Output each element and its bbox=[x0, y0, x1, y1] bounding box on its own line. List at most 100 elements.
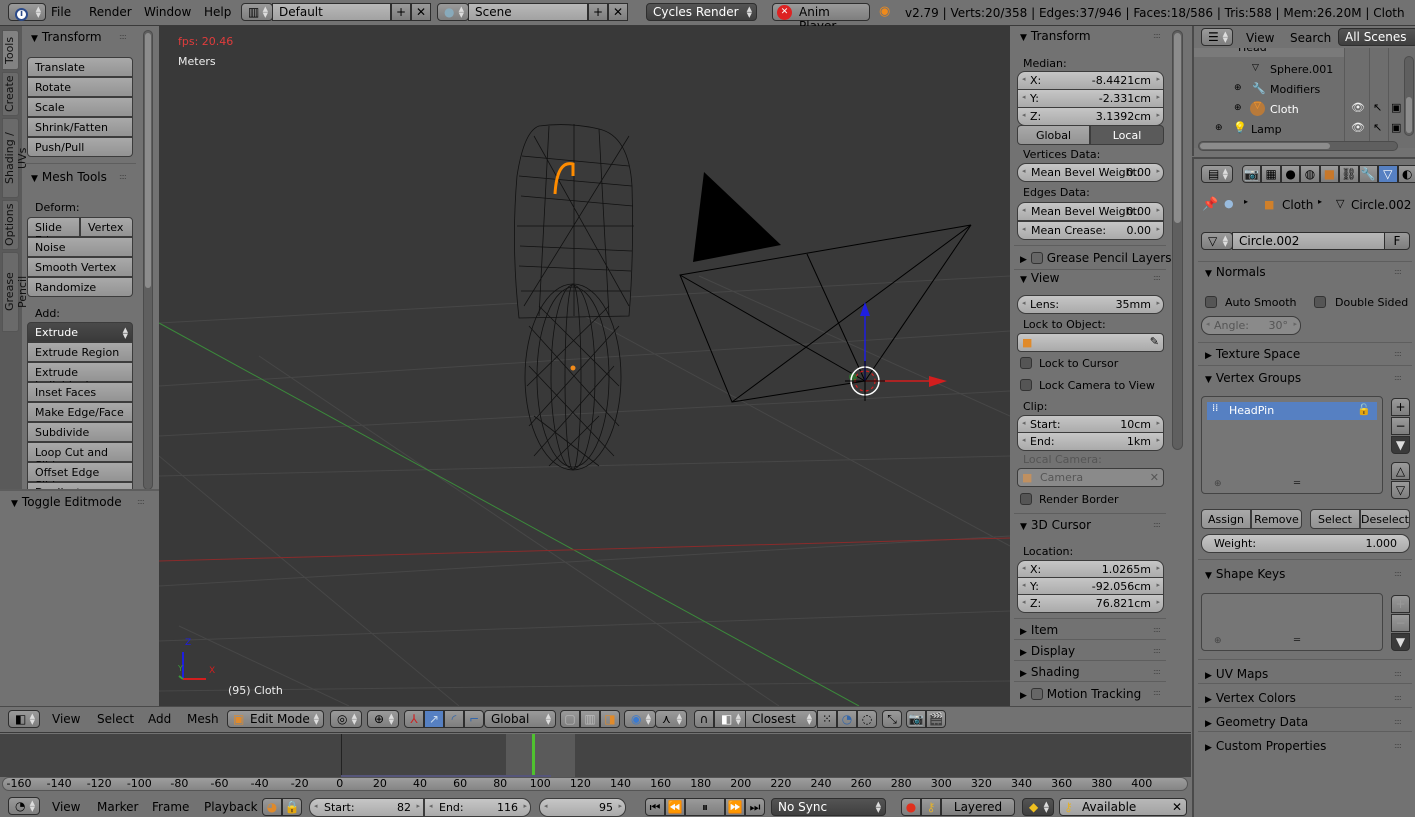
menu-help[interactable]: Help bbox=[204, 5, 231, 19]
mesh-name-field[interactable]: Circle.002 bbox=[1232, 232, 1385, 250]
snap-project[interactable]: ◔ bbox=[837, 710, 857, 728]
timeline-menu-marker[interactable]: Marker bbox=[97, 800, 138, 814]
shape-keys-header[interactable]: ▼ Shape Keys bbox=[1205, 567, 1285, 581]
menu-window[interactable]: Window bbox=[144, 5, 191, 19]
lock-object-field[interactable]: ■ ✎ bbox=[1017, 333, 1164, 352]
menu-add[interactable]: Add bbox=[148, 712, 171, 726]
edge-select-mode[interactable]: ▥ bbox=[580, 710, 600, 728]
rotate-manipulator-toggle[interactable]: ◜ bbox=[444, 710, 464, 728]
drag-grip-icon[interactable]: :::: bbox=[1394, 267, 1402, 276]
scene-name-field[interactable]: Scene bbox=[468, 3, 588, 21]
remove-shape-key-button[interactable]: − bbox=[1391, 614, 1410, 632]
select-button[interactable]: Select bbox=[1310, 509, 1360, 529]
menu-file[interactable]: File bbox=[51, 5, 71, 19]
falloff-select[interactable]: ⋏ ▲ ▼ bbox=[655, 710, 687, 728]
jump-keyframe-forward-button[interactable]: ⏩ bbox=[725, 798, 745, 816]
snap-self[interactable]: ◌ bbox=[857, 710, 877, 728]
lock-range-toggle[interactable]: 🔒 bbox=[282, 798, 302, 816]
lock-camera-checkbox[interactable] bbox=[1020, 379, 1032, 391]
transform-orientation-select[interactable]: Global ▲ ▼ bbox=[484, 710, 556, 728]
outliner-v-scrollbar[interactable] bbox=[1404, 56, 1414, 136]
clear-icon[interactable]: ✕ bbox=[1150, 471, 1159, 484]
pin-icon[interactable]: 📌 bbox=[1202, 197, 1218, 212]
drag-grip-icon[interactable]: :::: bbox=[1153, 667, 1161, 676]
motion-tracking-header[interactable]: ▶ Motion Tracking bbox=[1020, 686, 1141, 701]
lock-cursor-checkbox[interactable] bbox=[1020, 357, 1032, 369]
outliner-item-lamp[interactable]: Lamp bbox=[1251, 123, 1282, 136]
drag-grip-icon[interactable]: :::: bbox=[1153, 31, 1161, 40]
tab-grease-pencil[interactable]: Grease Pencil bbox=[2, 252, 29, 332]
face-select-mode[interactable]: ◨ bbox=[600, 710, 620, 728]
add-scene-button[interactable]: + bbox=[588, 3, 608, 21]
fake-user-button[interactable]: F bbox=[1384, 232, 1410, 250]
material-tab-icon[interactable]: ◐ bbox=[1397, 165, 1415, 183]
grease-pencil-checkbox[interactable] bbox=[1030, 252, 1043, 264]
scale-manipulator-toggle[interactable]: ⌐ bbox=[464, 710, 484, 728]
drag-grip-icon[interactable]: :::: bbox=[119, 32, 127, 41]
timeline-ruler[interactable]: -160 -140 -120 -100 -80 -60 -40 -20 0 20 40 60 80 100… bbox=[2, 777, 1188, 791]
jump-keyframe-back-button[interactable]: ⏪ bbox=[665, 798, 685, 816]
proportional-edit-select[interactable]: ◉ ▲ ▼ bbox=[624, 710, 656, 728]
drag-grip-icon[interactable]: :::: bbox=[1394, 373, 1402, 382]
playhead[interactable] bbox=[532, 734, 535, 777]
mesh-data-tab-icon[interactable]: ▽ bbox=[1378, 165, 1398, 183]
unlock-icon[interactable]: 🔓 bbox=[1357, 403, 1371, 416]
snap-toggle[interactable]: ∩ bbox=[694, 710, 714, 728]
menu-mesh[interactable]: Mesh bbox=[187, 712, 219, 726]
outliner-menu-view[interactable]: View bbox=[1246, 31, 1274, 45]
opengl-render-animation[interactable]: 🎬 bbox=[926, 710, 946, 728]
timeline-menu-frame[interactable]: Frame bbox=[152, 800, 189, 814]
eyedropper-icon[interactable]: ✎ bbox=[1150, 335, 1159, 348]
snap-align-rotation[interactable]: ⁙ bbox=[817, 710, 837, 728]
timeline-menu-view[interactable]: View bbox=[52, 800, 80, 814]
scene-selector[interactable]: ● ▲ ▼ bbox=[437, 3, 469, 21]
shape-key-specials-button[interactable]: ▼ bbox=[1391, 633, 1410, 651]
noise-button[interactable]: Noise bbox=[27, 237, 133, 257]
tool-shelf-scrollbar[interactable] bbox=[143, 30, 153, 490]
keyframe-type-select[interactable]: ◆ ▲ ▼ bbox=[1022, 798, 1054, 816]
offset-edge-slide-button[interactable]: Offset Edge Slide bbox=[27, 462, 133, 492]
drag-grip-icon[interactable]: :::: bbox=[1153, 625, 1161, 634]
drag-grip-icon[interactable]: :::: bbox=[137, 497, 145, 506]
deselect-button[interactable]: Deselect bbox=[1360, 509, 1410, 529]
drag-grip-icon[interactable]: :::: bbox=[119, 172, 127, 181]
edge-crease-field[interactable]: ◂ Mean Crease: 0.00 ▸ bbox=[1017, 221, 1164, 240]
tab-tools[interactable]: Tools bbox=[2, 30, 19, 70]
extrude-select[interactable]: Extrude ▲ ▼ bbox=[27, 322, 133, 342]
expand-icon[interactable]: ⊕ bbox=[1234, 83, 1242, 93]
geometry-data-header[interactable]: ▶ Geometry Data bbox=[1205, 715, 1308, 729]
slide-vertex-button[interactable]: Vertex bbox=[80, 217, 133, 237]
add-layout-button[interactable]: + bbox=[391, 3, 411, 21]
snap-element-select[interactable]: ◧ ▲ ▼ bbox=[714, 710, 746, 728]
motion-tracking-checkbox[interactable] bbox=[1030, 688, 1043, 700]
median-x-field[interactable]: ◂ X: -8.4421cm ▸ bbox=[1017, 71, 1164, 90]
n-panel-scrollbar[interactable] bbox=[1172, 30, 1183, 450]
start-frame-field[interactable]: ◂ Start: 82 ▸ bbox=[309, 798, 424, 817]
render-tab-icon[interactable]: 📷 bbox=[1242, 165, 1262, 183]
object-tab-icon[interactable]: ■ bbox=[1319, 165, 1340, 183]
vertex-select-mode[interactable]: ▢ bbox=[560, 710, 580, 728]
vertex-group-list[interactable]: ⁞⁞ HeadPin 🔓 ⊕ ═ bbox=[1201, 396, 1383, 494]
display-header[interactable]: ▶ Display bbox=[1020, 644, 1075, 658]
remove-vertex-group-button[interactable]: − bbox=[1391, 417, 1410, 435]
median-y-field[interactable]: ◂ Y: -2.331cm ▸ bbox=[1017, 89, 1164, 108]
auto-keying-toggle[interactable]: ● bbox=[901, 798, 921, 816]
outliner-editor-type[interactable]: ☰ ▲ ▼ bbox=[1201, 28, 1233, 46]
3d-cursor-header[interactable]: ▼ 3D Cursor bbox=[1020, 518, 1091, 532]
vertex-group-specials-button[interactable]: ▼ bbox=[1391, 436, 1410, 454]
shrink-fatten-button[interactable]: Shrink/Fatten bbox=[27, 117, 133, 137]
drag-grip-icon[interactable]: :::: bbox=[1153, 520, 1161, 529]
double-sided-checkbox[interactable] bbox=[1314, 296, 1326, 308]
normals-header[interactable]: ▼ Normals bbox=[1205, 265, 1266, 279]
texture-space-header[interactable]: ▶ Texture Space bbox=[1205, 347, 1300, 361]
keying-set-field[interactable]: ⚷ Available ✕ bbox=[1059, 798, 1187, 816]
vert-bevel-weight-field[interactable]: ◂ Mean Bevel Weight: 0.00 ▸ bbox=[1017, 163, 1164, 182]
vertex-groups-header[interactable]: ▼ Vertex Groups bbox=[1205, 371, 1301, 385]
local-camera-field[interactable]: ■ Camera ✕ bbox=[1017, 468, 1164, 487]
expand-icon[interactable]: ⊕ bbox=[1234, 103, 1242, 113]
translate-button[interactable]: Translate bbox=[27, 57, 133, 77]
editor-type-info[interactable]: i ▲ ▼ bbox=[8, 3, 46, 21]
make-edge-face-button[interactable]: Make Edge/Face bbox=[27, 402, 133, 422]
grease-pencil-layers-header[interactable]: ▶ Grease Pencil Layers bbox=[1020, 250, 1172, 265]
outliner-menu-search[interactable]: Search bbox=[1290, 31, 1331, 45]
